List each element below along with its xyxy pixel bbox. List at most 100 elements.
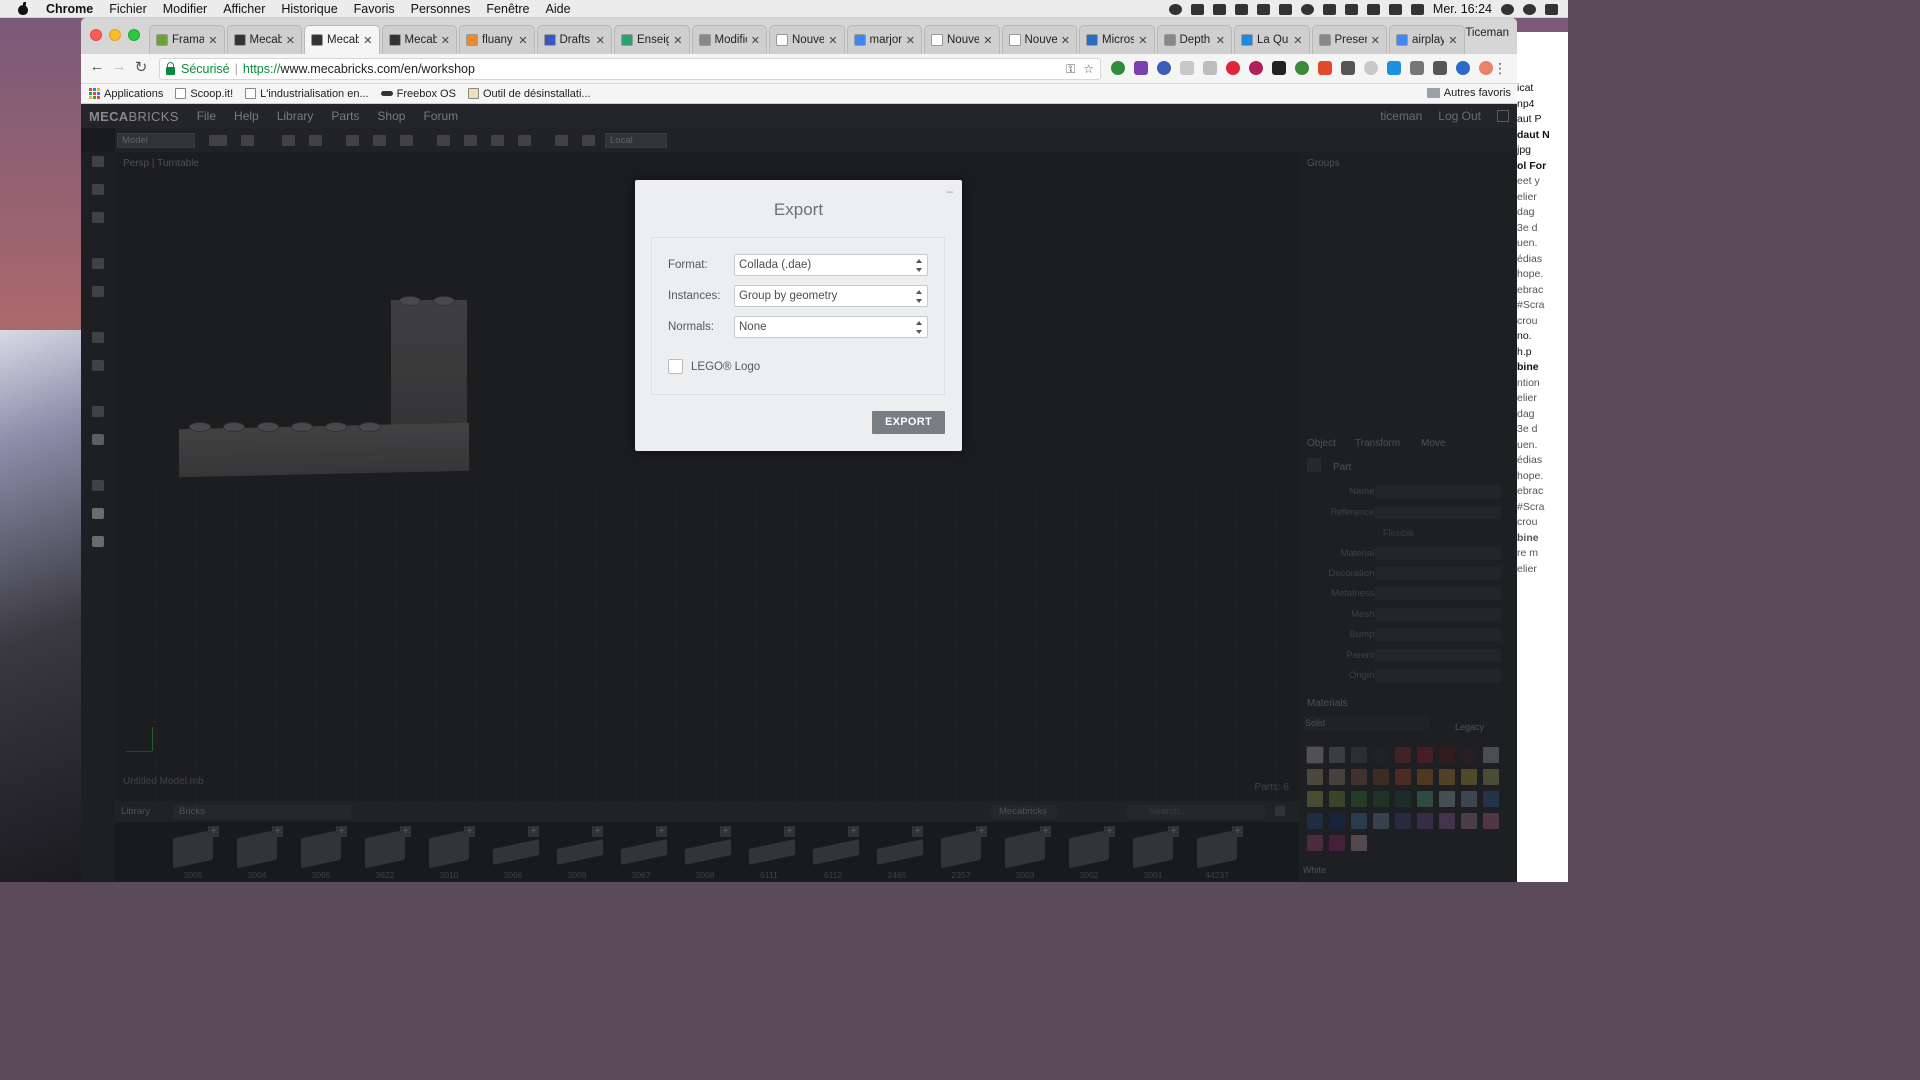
- forward-button[interactable]: →: [109, 58, 129, 75]
- menubar-people[interactable]: Personnes: [403, 2, 479, 16]
- tab-close-icon[interactable]: ✕: [673, 34, 682, 47]
- notification-center-icon[interactable]: [1545, 3, 1558, 15]
- tab-close-icon[interactable]: ✕: [828, 34, 837, 47]
- menubar-edit[interactable]: Modifier: [155, 2, 215, 16]
- tab-close-icon[interactable]: ✕: [983, 34, 992, 47]
- extension-icon-10[interactable]: [1318, 61, 1332, 75]
- tab-close-icon[interactable]: ✕: [596, 34, 605, 47]
- browser-tab[interactable]: Mecab ✕: [304, 25, 380, 54]
- bookmark-industrialisation[interactable]: L'industrialisation en...: [245, 88, 369, 100]
- key-icon[interactable]: ⚿: [1066, 62, 1075, 77]
- address-bar[interactable]: Sécurisé | https://www.mecabricks.com/en…: [159, 58, 1101, 80]
- bookmark-apps[interactable]: Applications: [89, 88, 163, 100]
- browser-tab[interactable]: Mecab ✕: [226, 25, 302, 54]
- menubar-history[interactable]: Historique: [273, 2, 345, 16]
- tab-close-icon[interactable]: ✕: [1371, 34, 1380, 47]
- tab-close-icon[interactable]: ✕: [1293, 34, 1302, 47]
- browser-tab[interactable]: Drafts ✕: [536, 25, 612, 54]
- tab-close-icon[interactable]: ✕: [1216, 34, 1225, 47]
- browser-tab[interactable]: marjori ✕: [846, 25, 922, 54]
- time-machine-icon[interactable]: [1300, 3, 1314, 15]
- extension-icon-1[interactable]: [1111, 61, 1125, 75]
- tab-close-icon[interactable]: ✕: [363, 34, 372, 47]
- tab-close-icon[interactable]: ✕: [441, 34, 450, 47]
- bookmark-scoopit[interactable]: Scoop.it!: [175, 88, 233, 100]
- close-window-icon[interactable]: [90, 29, 102, 41]
- screen-icon[interactable]: [1341, 61, 1355, 75]
- browser-tab[interactable]: Nouvel on✕: [1001, 25, 1077, 54]
- tab-close-icon[interactable]: ✕: [208, 34, 217, 47]
- reload-button[interactable]: ↻: [131, 58, 151, 76]
- normals-select[interactable]: None: [734, 316, 928, 338]
- browser-tab[interactable]: airplay ✕: [1389, 25, 1465, 54]
- bookmark-uninstall-tool[interactable]: Outil de désinstallati...: [467, 88, 591, 100]
- maximize-window-icon[interactable]: [128, 29, 140, 41]
- url-text[interactable]: https://www.mecabricks.com/en/workshop: [243, 62, 475, 76]
- menubar-view[interactable]: Afficher: [215, 2, 273, 16]
- instances-select[interactable]: Group by geometry: [734, 285, 928, 307]
- tab-close-icon[interactable]: ✕: [1138, 34, 1147, 47]
- bookmark-star-icon[interactable]: ☆: [1083, 62, 1094, 77]
- browser-tab[interactable]: Frama ✕: [149, 25, 225, 54]
- minimize-window-icon[interactable]: [109, 29, 121, 41]
- menubar-bookmarks[interactable]: Favoris: [346, 2, 403, 16]
- extension-icon-4[interactable]: [1180, 61, 1194, 75]
- menubar-window[interactable]: Fenêtre: [478, 2, 537, 16]
- extension-icon-16[interactable]: [1456, 61, 1470, 75]
- lego-logo-option[interactable]: LEGO® Logo: [668, 359, 760, 374]
- siri-icon[interactable]: [1523, 3, 1536, 15]
- dropbox-icon[interactable]: [1256, 3, 1270, 15]
- other-bookmarks[interactable]: Autres favoris: [1426, 87, 1511, 99]
- eject-icon[interactable]: [1388, 3, 1402, 15]
- tab-close-icon[interactable]: ✕: [751, 34, 760, 47]
- tab-close-icon[interactable]: ✕: [1061, 34, 1070, 47]
- creative-cloud-icon[interactable]: [1168, 3, 1182, 15]
- spotlight-icon[interactable]: [1501, 3, 1514, 15]
- onenote-icon[interactable]: [1134, 61, 1148, 75]
- bluetooth-icon[interactable]: [1322, 3, 1336, 15]
- close-dialog-button[interactable]: –: [946, 184, 953, 198]
- extension-icon-5[interactable]: [1203, 61, 1217, 75]
- audio-icon[interactable]: [1410, 61, 1424, 75]
- inbox-icon[interactable]: [1278, 3, 1292, 15]
- extension-icon-12[interactable]: [1364, 61, 1378, 75]
- cloud-icon[interactable]: [1190, 3, 1204, 15]
- bookmark-freebox[interactable]: Freebox OS: [380, 88, 456, 100]
- browser-tab[interactable]: Mecab ✕: [381, 25, 457, 54]
- menubar-clock[interactable]: Mer. 16:24: [1433, 2, 1492, 16]
- back-button[interactable]: ←: [87, 58, 107, 75]
- tab-close-icon[interactable]: ✕: [518, 34, 527, 47]
- volume-icon[interactable]: [1410, 3, 1424, 15]
- lego-logo-checkbox[interactable]: [668, 359, 683, 374]
- extension-k-icon[interactable]: [1157, 61, 1171, 75]
- browser-tab[interactable]: Enseig ✕: [614, 25, 690, 54]
- format-select[interactable]: Collada (.dae): [734, 254, 928, 276]
- airplay-icon[interactable]: [1366, 3, 1380, 15]
- extension-icon-7[interactable]: [1249, 61, 1263, 75]
- browser-tab[interactable]: Nouvel on✕: [924, 25, 1000, 54]
- tab-close-icon[interactable]: ✕: [286, 34, 295, 47]
- star-extension-icon[interactable]: [1272, 61, 1286, 75]
- tab-close-icon[interactable]: ✕: [1448, 34, 1457, 47]
- chrome-menu-icon[interactable]: ⋮: [1493, 60, 1507, 77]
- menubar-app-name[interactable]: Chrome: [38, 2, 101, 16]
- export-button[interactable]: EXPORT: [872, 411, 945, 434]
- opera-icon[interactable]: [1226, 61, 1240, 75]
- camera-icon[interactable]: [1433, 61, 1447, 75]
- settings-cloud-icon[interactable]: [1234, 3, 1248, 15]
- tab-close-icon[interactable]: ✕: [906, 34, 915, 47]
- browser-tab[interactable]: Micros ✕: [1079, 25, 1155, 54]
- profile-button[interactable]: Ticeman: [1465, 27, 1509, 39]
- browser-tab[interactable]: Nouvel on✕: [769, 25, 845, 54]
- cloud-sync-icon[interactable]: [1212, 3, 1226, 15]
- extension-icon-9[interactable]: [1295, 61, 1309, 75]
- browser-tab[interactable]: Modific ✕: [691, 25, 767, 54]
- wifi-icon[interactable]: [1344, 3, 1358, 15]
- extension-icon-13[interactable]: [1387, 61, 1401, 75]
- browser-tab[interactable]: Presen ✕: [1311, 25, 1387, 54]
- apple-icon[interactable]: [16, 1, 30, 16]
- extension-icon-17[interactable]: [1479, 61, 1493, 75]
- menubar-help[interactable]: Aide: [538, 2, 579, 16]
- browser-tab[interactable]: La Qua ✕: [1234, 25, 1310, 54]
- browser-tab[interactable]: Depth ✕: [1156, 25, 1232, 54]
